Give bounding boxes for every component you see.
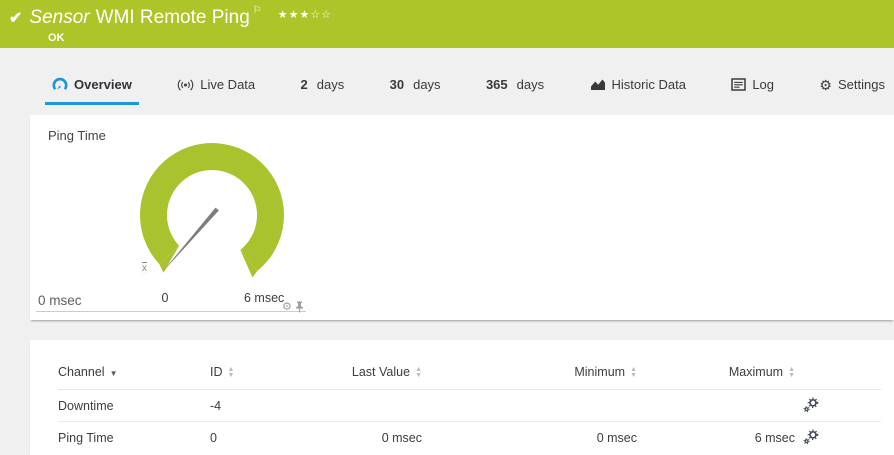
tab-365-days[interactable]: 365 days — [479, 61, 551, 105]
page-title: WMI Remote Ping — [95, 7, 250, 28]
sort-icon: ▲ ▼ — [227, 366, 235, 379]
sort-icon: ▲ ▼ — [630, 366, 637, 379]
tab-30-days[interactable]: 30 days — [383, 61, 448, 105]
table-row: Downtime -4 — [58, 389, 881, 422]
ping-time-gauge-card: Ping Time x 0 6 msec 0 msec ⚙ — [30, 115, 894, 320]
tab-historic-data[interactable]: Historic Data — [583, 61, 693, 105]
channel-settings-icon[interactable] — [803, 397, 819, 416]
ping-gauge — [139, 143, 284, 278]
sensor-kind-label: Sensor — [29, 7, 90, 28]
channel-maximum — [637, 389, 795, 422]
column-header-last-value[interactable]: Last Value ▲ ▼ — [302, 361, 422, 390]
channel-last-value — [302, 389, 422, 422]
channel-name[interactable]: Downtime — [58, 389, 210, 422]
tab-log[interactable]: Log — [724, 61, 781, 105]
tab-2-days[interactable]: 2 days — [294, 61, 352, 105]
status-badge: OK — [48, 32, 65, 44]
flag-icon[interactable]: ⚐ — [253, 5, 262, 16]
gauge-average-marker: x — [141, 263, 148, 274]
gauge-baseline — [36, 311, 306, 312]
tab-overview[interactable]: Overview — [45, 61, 139, 105]
channel-minimum: 0 msec — [422, 421, 637, 453]
log-icon — [731, 78, 747, 91]
area-chart-icon — [590, 79, 605, 90]
sort-icon: ▲ ▼ — [788, 366, 795, 379]
column-header-maximum[interactable]: Maximum ▲ ▼ — [637, 361, 795, 390]
column-header-actions — [795, 361, 881, 390]
channel-maximum: 6 msec — [637, 421, 795, 453]
tab-settings[interactable]: ⚙ Settings — [812, 61, 892, 105]
sort-desc-icon: ▼ — [109, 369, 118, 378]
gauge-arc — [139, 143, 284, 271]
channel-table-card: Channel ▼ ID ▲ ▼ Last Value ▲ ▼ Minimum ▲ ▼ Max… — [30, 340, 894, 455]
column-header-channel[interactable]: Channel ▼ — [58, 361, 210, 390]
channel-settings-icon[interactable] — [803, 429, 819, 448]
sort-icon: ▲ ▼ — [415, 366, 422, 379]
status-check-icon: ✔ — [9, 10, 23, 27]
tab-bar: Overview Live Data 2 days 30 days 365 da… — [0, 48, 894, 105]
widget-toolbar: ⚙ — [282, 301, 304, 313]
gauge-title: Ping Time — [48, 128, 106, 143]
widget-gear-icon[interactable]: ⚙ — [282, 301, 292, 313]
gear-icon: ⚙ — [819, 76, 832, 93]
table-row: Ping Time 0 0 msec 0 msec 6 msec — [58, 421, 881, 453]
gauge-scale-max: 6 msec — [244, 291, 285, 305]
channel-minimum — [422, 389, 637, 422]
gauge-icon — [52, 77, 68, 91]
column-header-id[interactable]: ID ▲ ▼ — [210, 361, 302, 390]
gauge-scale-min: 0 — [161, 291, 169, 305]
live-data-icon — [177, 79, 194, 90]
star-rating[interactable]: ★★★☆☆ — [278, 8, 332, 21]
channel-name[interactable]: Ping Time — [58, 421, 210, 453]
tab-live-data[interactable]: Live Data — [170, 61, 262, 105]
channel-last-value: 0 msec — [302, 421, 422, 453]
gauge-current-value: 0 msec — [38, 293, 82, 308]
channel-table: Channel ▼ ID ▲ ▼ Last Value ▲ ▼ Minimum ▲ ▼ Max… — [58, 361, 881, 453]
table-header-row: Channel ▼ ID ▲ ▼ Last Value ▲ ▼ Minimum ▲ ▼ Max… — [58, 361, 881, 390]
channel-id: -4 — [210, 389, 302, 422]
sensor-header: ✔ Sensor WMI Remote Ping ⚐ ★★★☆☆ OK — [0, 0, 894, 48]
column-header-minimum[interactable]: Minimum ▲ ▼ — [422, 361, 637, 390]
pin-icon[interactable] — [295, 301, 304, 313]
channel-id: 0 — [210, 421, 302, 453]
